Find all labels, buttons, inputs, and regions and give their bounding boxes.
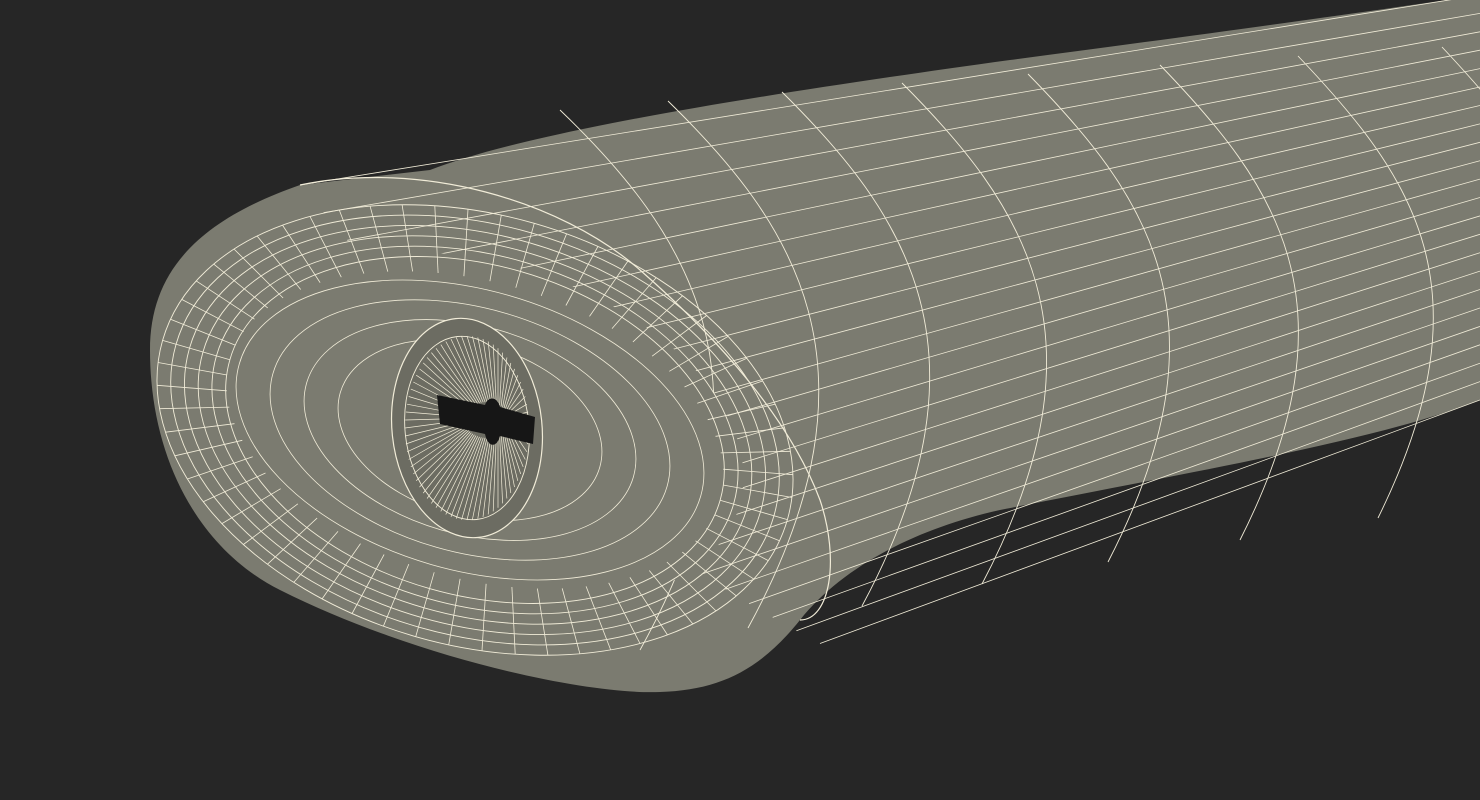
render-viewport: [0, 0, 1480, 800]
wireframe-render: [0, 0, 1480, 800]
